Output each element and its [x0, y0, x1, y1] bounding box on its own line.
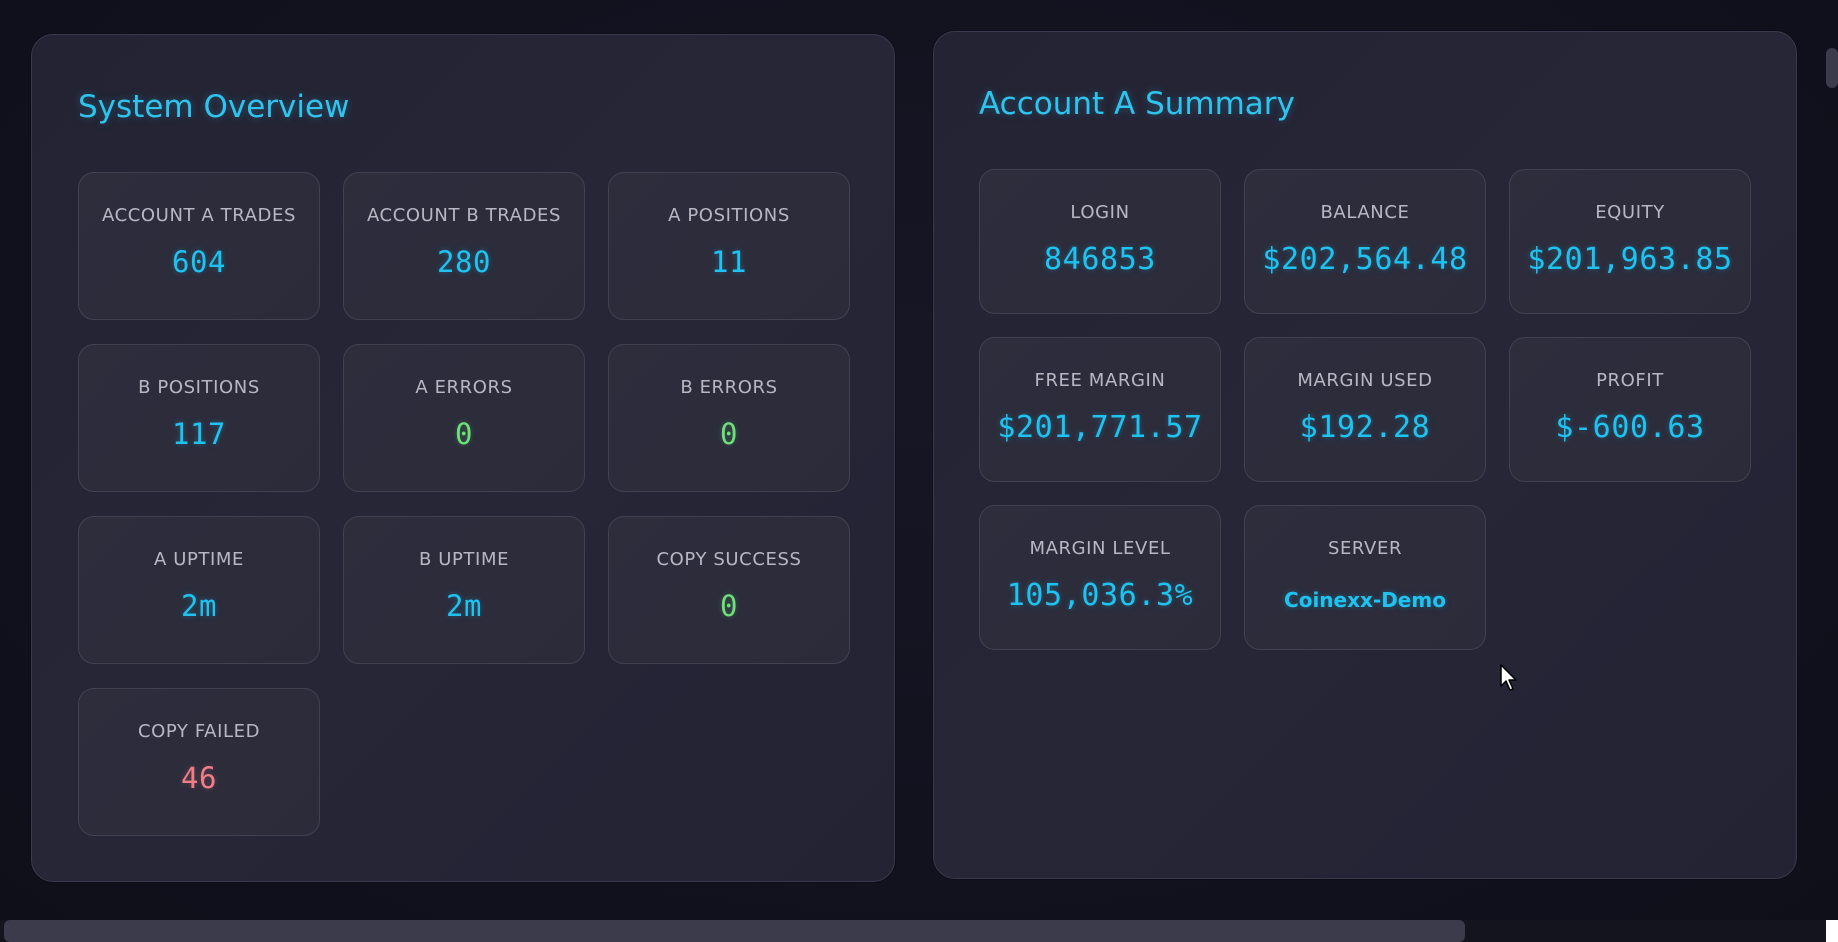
stat-value: 0	[720, 417, 738, 451]
account-card-balance: BALANCE $202,564.48	[1244, 169, 1486, 314]
mouse-pointer-icon	[1500, 664, 1517, 691]
account-value: $-600.63	[1555, 410, 1705, 445]
stat-label: B ERRORS	[680, 377, 778, 398]
stat-card-b-errors: B ERRORS 0	[608, 344, 850, 492]
dashboard-viewport: System Overview ACCOUNT A TRADES 604 ACC…	[0, 0, 1838, 942]
account-label: EQUITY	[1595, 202, 1665, 223]
account-label: SERVER	[1327, 538, 1403, 559]
stat-card-a-positions: A POSITIONS 11	[608, 172, 850, 320]
stat-label: ACCOUNT B TRADES	[366, 205, 562, 226]
account-value: Coinexx-Demo	[1284, 588, 1446, 612]
stat-card-copy-failed: COPY FAILED 46	[78, 688, 320, 836]
stat-value: 604	[172, 245, 226, 279]
stat-card-b-positions: B POSITIONS 117	[78, 344, 320, 492]
stat-label: A POSITIONS	[668, 205, 790, 226]
stat-card-a-uptime: A UPTIME 2m	[78, 516, 320, 664]
stat-card-account-a-trades: ACCOUNT A TRADES 604	[78, 172, 320, 320]
stat-label: A ERRORS	[415, 377, 513, 398]
account-label: BALANCE	[1320, 202, 1410, 223]
vertical-scrollbar-thumb[interactable]	[1826, 48, 1838, 88]
account-card-profit: PROFIT $-600.63	[1509, 337, 1751, 482]
account-card-margin-level: MARGIN LEVEL 105,036.3%	[979, 505, 1221, 650]
stat-label: COPY SUCCESS	[656, 549, 802, 570]
account-value: $192.28	[1299, 410, 1431, 445]
system-overview-panel: System Overview ACCOUNT A TRADES 604 ACC…	[31, 34, 895, 882]
account-card-margin-used: MARGIN USED $192.28	[1244, 337, 1486, 482]
account-value: 105,036.3%	[1006, 578, 1194, 613]
account-a-summary-title: Account A Summary	[979, 86, 1295, 122]
account-label: MARGIN LEVEL	[1029, 538, 1171, 559]
stat-value: 0	[720, 589, 738, 623]
account-value: $201,963.85	[1527, 242, 1733, 277]
account-label: LOGIN	[1070, 202, 1130, 223]
account-label: PROFIT	[1596, 370, 1664, 391]
stat-value: 117	[172, 417, 226, 451]
stat-value: 2m	[446, 589, 482, 623]
scrollbar-corner	[1826, 920, 1838, 942]
stat-value: 0	[455, 417, 473, 451]
account-label: MARGIN USED	[1297, 370, 1433, 391]
stat-label: B UPTIME	[418, 549, 510, 570]
stat-card-account-b-trades: ACCOUNT B TRADES 280	[343, 172, 585, 320]
account-card-login: LOGIN 846853	[979, 169, 1221, 314]
account-card-server: SERVER Coinexx-Demo	[1244, 505, 1486, 650]
account-value: 846853	[1044, 242, 1156, 277]
stat-label: B POSITIONS	[138, 377, 260, 398]
stat-label: ACCOUNT A TRADES	[101, 205, 297, 226]
account-value: $201,771.57	[997, 410, 1203, 445]
stat-value: 46	[181, 761, 217, 795]
horizontal-scrollbar-thumb[interactable]	[4, 920, 1465, 942]
account-a-summary-panel: Account A Summary LOGIN 846853 BALANCE $…	[933, 31, 1797, 879]
stat-value: 2m	[181, 589, 217, 623]
account-value: $202,564.48	[1262, 242, 1468, 277]
account-card-free-margin: FREE MARGIN $201,771.57	[979, 337, 1221, 482]
stat-value: 280	[437, 245, 491, 279]
stat-card-copy-success: COPY SUCCESS 0	[608, 516, 850, 664]
stat-label: COPY FAILED	[137, 721, 261, 742]
stat-value: 11	[711, 245, 747, 279]
account-label: FREE MARGIN	[1034, 370, 1166, 391]
stat-card-a-errors: A ERRORS 0	[343, 344, 585, 492]
system-overview-title: System Overview	[78, 89, 350, 125]
stat-label: A UPTIME	[153, 549, 245, 570]
account-card-equity: EQUITY $201,963.85	[1509, 169, 1751, 314]
stat-card-b-uptime: B UPTIME 2m	[343, 516, 585, 664]
